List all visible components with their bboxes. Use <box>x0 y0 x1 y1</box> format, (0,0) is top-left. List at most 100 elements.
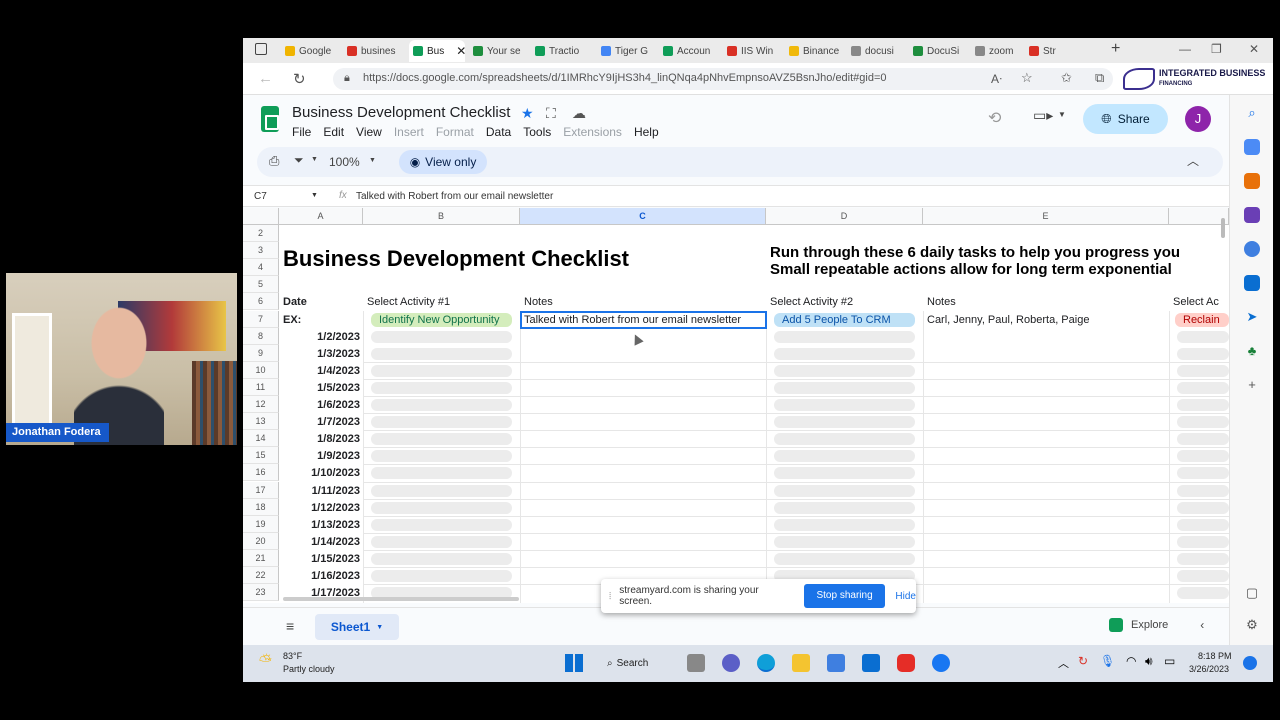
spreadsheet-grid[interactable]: A B C D E 2 3 4 5 6 7 8 9 10 11 12 13 14 15 16 17 18 19 20 21 22 2… <box>243 208 1229 603</box>
activity1-dropdown-chip[interactable] <box>371 570 512 582</box>
activity2-dropdown-chip[interactable] <box>774 467 915 480</box>
print-icon[interactable]: ⎙ <box>269 153 279 169</box>
read-aloud-icon[interactable]: Aᐧ <box>991 72 1002 86</box>
activity2-dropdown-chip[interactable] <box>774 347 915 360</box>
row-header[interactable]: 16 <box>243 464 279 482</box>
row-header[interactable]: 12 <box>243 396 279 414</box>
edge-search-icon[interactable]: ⌕ <box>1244 105 1260 121</box>
activity3-dropdown-chip[interactable] <box>1177 518 1229 531</box>
clock-time[interactable]: 8:18 PM <box>1198 651 1232 661</box>
row-header[interactable]: 14 <box>243 430 279 448</box>
explore-button[interactable]: Explore ‹ <box>1109 618 1204 632</box>
activity1-dropdown-chip[interactable] <box>371 467 512 480</box>
menu-extensions[interactable]: Extensions <box>563 125 622 139</box>
date-cell[interactable]: 1/5/2023 <box>283 382 360 394</box>
activity1-dropdown-chip[interactable] <box>371 484 512 497</box>
filter-dropdown-icon[interactable]: ▼ <box>311 156 318 163</box>
meet-dropdown-icon[interactable]: ▼ <box>1058 110 1066 119</box>
activity2-dropdown-chip[interactable] <box>774 552 915 565</box>
browser-tab[interactable]: Google <box>281 40 339 62</box>
activity1-dropdown-chip[interactable] <box>371 330 512 343</box>
browser-tab[interactable]: Str <box>1025 40 1065 62</box>
activity2-dropdown-chip[interactable] <box>774 484 915 497</box>
stop-sharing-button[interactable]: Stop sharing <box>803 584 886 608</box>
menu-data[interactable]: Data <box>486 125 511 139</box>
activity3-dropdown-chip[interactable] <box>1177 399 1229 411</box>
star-icon[interactable]: ★ <box>521 105 534 122</box>
row-header[interactable]: 4 <box>243 259 279 277</box>
menu-edit[interactable]: Edit <box>323 125 344 139</box>
edge-office-icon[interactable] <box>1244 241 1260 257</box>
horizontal-scrollbar[interactable] <box>283 597 519 601</box>
activity3-dropdown-chip[interactable] <box>1177 484 1229 497</box>
all-sheets-icon[interactable]: ≡ <box>286 618 294 634</box>
column-header-e[interactable]: E <box>923 208 1169 225</box>
date-cell[interactable]: 1/16/2023 <box>283 570 360 582</box>
row-header[interactable]: 15 <box>243 447 279 465</box>
close-window-icon[interactable]: ✕ <box>1249 42 1259 56</box>
date-cell[interactable]: 1/13/2023 <box>283 519 360 531</box>
name-box-dropdown-icon[interactable]: ▼ <box>311 192 318 199</box>
browser-tab[interactable]: DocuSi <box>909 40 967 62</box>
menu-help[interactable]: Help <box>634 125 659 139</box>
new-tab-button[interactable]: + <box>1111 40 1120 58</box>
activity3-dropdown-chip[interactable] <box>1177 450 1229 463</box>
row-header[interactable]: 8 <box>243 327 279 345</box>
refresh-icon[interactable]: ↻ <box>293 70 306 88</box>
filter-icon[interactable]: ⏷ <box>294 153 304 168</box>
browser-tab[interactable]: IIS Win <box>723 40 781 62</box>
date-cell[interactable]: 1/8/2023 <box>283 433 360 445</box>
browser-tab[interactable]: Tiger G <box>597 40 655 62</box>
move-icon[interactable]: ⛶ <box>546 105 556 122</box>
drag-handle-icon[interactable]: ⦙ <box>609 591 611 602</box>
sheet-tab[interactable]: Sheet1 ▼ <box>315 614 399 640</box>
row-header[interactable]: 20 <box>243 532 279 550</box>
cloud-status-icon[interactable]: ☁︎ <box>572 105 586 122</box>
row-header[interactable]: 23 <box>243 584 279 602</box>
column-header-b[interactable]: B <box>363 208 520 225</box>
sheets-logo-icon[interactable] <box>261 106 279 132</box>
history-icon[interactable]: ⟲ <box>988 108 1001 128</box>
activity1-dropdown-chip[interactable] <box>371 501 512 514</box>
edge-games-icon[interactable] <box>1244 207 1260 223</box>
activity2-dropdown-chip[interactable] <box>774 518 915 531</box>
tab-actions-icon[interactable] <box>255 43 267 55</box>
edge-outlook-icon[interactable] <box>1244 275 1260 291</box>
tray-wifi-icon[interactable]: ◠ <box>1126 654 1136 668</box>
menu-file[interactable]: File <box>292 125 311 139</box>
minimize-icon[interactable]: — <box>1179 42 1191 56</box>
start-icon[interactable] <box>565 654 583 672</box>
activity1-dropdown-chip[interactable] <box>371 399 512 411</box>
activity1-dropdown-chip[interactable] <box>371 416 512 429</box>
activity3-dropdown-chip[interactable] <box>1177 587 1229 600</box>
facebook-icon[interactable] <box>932 654 950 672</box>
row-header[interactable]: 21 <box>243 549 279 567</box>
date-cell[interactable]: 1/11/2023 <box>283 485 360 497</box>
activity2-dropdown-chip[interactable] <box>774 501 915 514</box>
activity3-dropdown-chip[interactable] <box>1177 552 1229 565</box>
task-view-icon[interactable] <box>687 654 705 672</box>
meet-icon[interactable]: ▭▸ <box>1033 107 1053 124</box>
activity2-dropdown-chip[interactable] <box>774 433 915 446</box>
example-activity3-chip[interactable]: Reclain <box>1175 312 1229 327</box>
date-cell[interactable]: 1/15/2023 <box>283 553 360 565</box>
column-header-d[interactable]: D <box>766 208 923 225</box>
column-header-f[interactable] <box>1169 208 1229 225</box>
vertical-scrollbar[interactable] <box>1221 218 1225 238</box>
date-cell[interactable]: 1/2/2023 <box>283 331 360 343</box>
column-header-a[interactable]: A <box>279 208 363 225</box>
menu-tools[interactable]: Tools <box>523 125 551 139</box>
notification-icon[interactable] <box>1243 656 1257 670</box>
taskbar-search[interactable]: ⌕ Search <box>607 653 667 673</box>
date-cell[interactable]: 1/6/2023 <box>283 399 360 411</box>
activity2-dropdown-chip[interactable] <box>774 330 915 343</box>
tray-chevron-icon[interactable]: ︿ <box>1058 655 1069 671</box>
formula-input[interactable]: Talked with Robert from our email newsle… <box>356 191 553 202</box>
row-header[interactable]: 5 <box>243 276 279 294</box>
activity2-dropdown-chip[interactable] <box>774 450 915 463</box>
activity1-dropdown-chip[interactable] <box>371 364 512 377</box>
edge-drop-icon[interactable]: ➤ <box>1244 309 1260 325</box>
date-cell[interactable]: 1/10/2023 <box>283 467 360 479</box>
collapse-toolbar-icon[interactable]: ︿ <box>1187 152 1199 169</box>
activity3-dropdown-chip[interactable] <box>1177 364 1229 377</box>
